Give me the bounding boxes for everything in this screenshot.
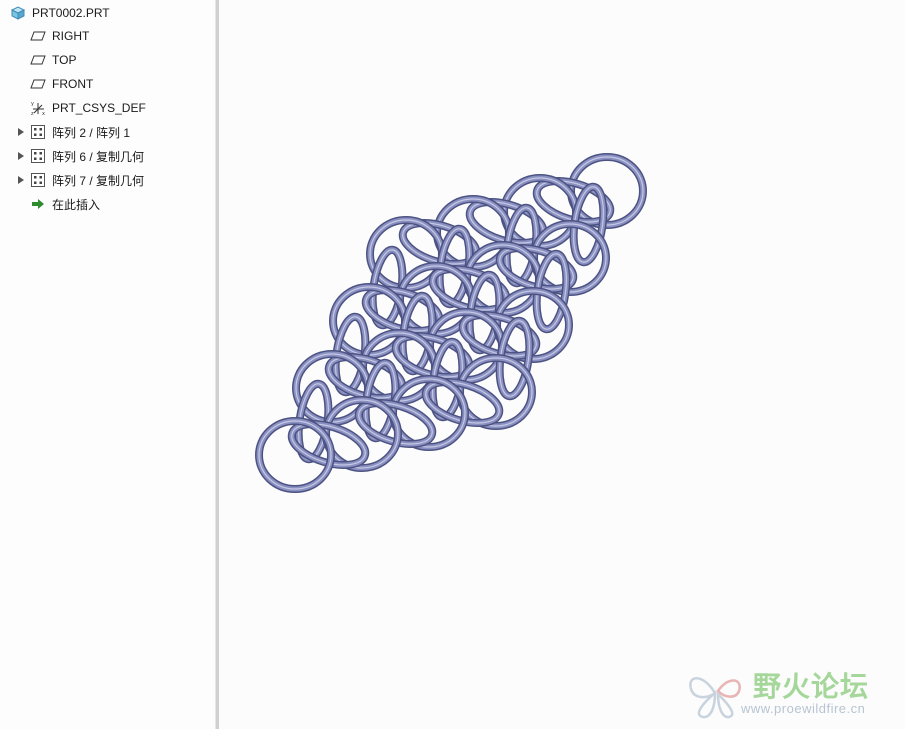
- graphics-viewport[interactable]: 野火论坛 www.proewildfire.cn: [219, 0, 905, 729]
- tree-item-label: PRT_CSYS_DEF: [52, 101, 146, 115]
- watermark: 野火论坛 www.proewildfire.cn: [685, 663, 895, 723]
- svg-text:z: z: [31, 111, 34, 116]
- tree-item-csys[interactable]: y x z PRT_CSYS_DEF: [16, 98, 146, 118]
- insert-here-arrow-icon: [30, 196, 46, 212]
- tree-item-label: TOP: [52, 53, 77, 67]
- tree-item-label: 阵列 6 / 复制几何: [52, 149, 145, 164]
- expand-triangle-icon[interactable]: [16, 170, 26, 190]
- model-tree-panel: PRT0002.PRT RIGHT TOP FRONT y x z PRT_CS…: [0, 0, 215, 729]
- tree-item-label: FRONT: [52, 77, 94, 91]
- tree-item-front[interactable]: FRONT: [16, 74, 93, 94]
- tree-item-top[interactable]: TOP: [16, 50, 76, 70]
- tree-item-pattern-6[interactable]: 阵列 6 / 复制几何: [16, 146, 144, 166]
- pattern-icon: [30, 172, 46, 188]
- tree-item-label: 阵列 2 / 阵列 1: [52, 125, 131, 140]
- tree-root-label: PRT0002.PRT: [32, 6, 110, 20]
- tree-item-label: 在此插入: [52, 197, 101, 212]
- expand-triangle-icon[interactable]: [16, 146, 26, 166]
- pattern-icon: [30, 148, 46, 164]
- watermark-title: 野火论坛: [753, 670, 870, 703]
- csys-icon: y x z: [30, 100, 46, 116]
- watermark-url: www.proewildfire.cn: [741, 701, 866, 716]
- tree-item-label: RIGHT: [52, 29, 90, 43]
- datum-plane-icon: [30, 52, 46, 68]
- tree-item-insert-here[interactable]: 在此插入: [16, 194, 100, 214]
- tree-item-pattern-7[interactable]: 阵列 7 / 复制几何: [16, 170, 144, 190]
- part-cube-icon: [10, 5, 26, 21]
- datum-plane-icon: [30, 28, 46, 44]
- pattern-icon: [30, 124, 46, 140]
- tree-item-right[interactable]: RIGHT: [16, 26, 89, 46]
- svg-text:x: x: [42, 111, 45, 116]
- tree-item-pattern-2[interactable]: 阵列 2 / 阵列 1: [16, 122, 130, 142]
- datum-plane-icon: [30, 76, 46, 92]
- tree-item-label: 阵列 7 / 复制几何: [52, 173, 145, 188]
- svg-text:y: y: [31, 101, 34, 107]
- expand-triangle-icon[interactable]: [16, 122, 26, 142]
- chain-mail-model: [255, 153, 647, 493]
- tree-root-item[interactable]: PRT0002.PRT: [10, 3, 110, 23]
